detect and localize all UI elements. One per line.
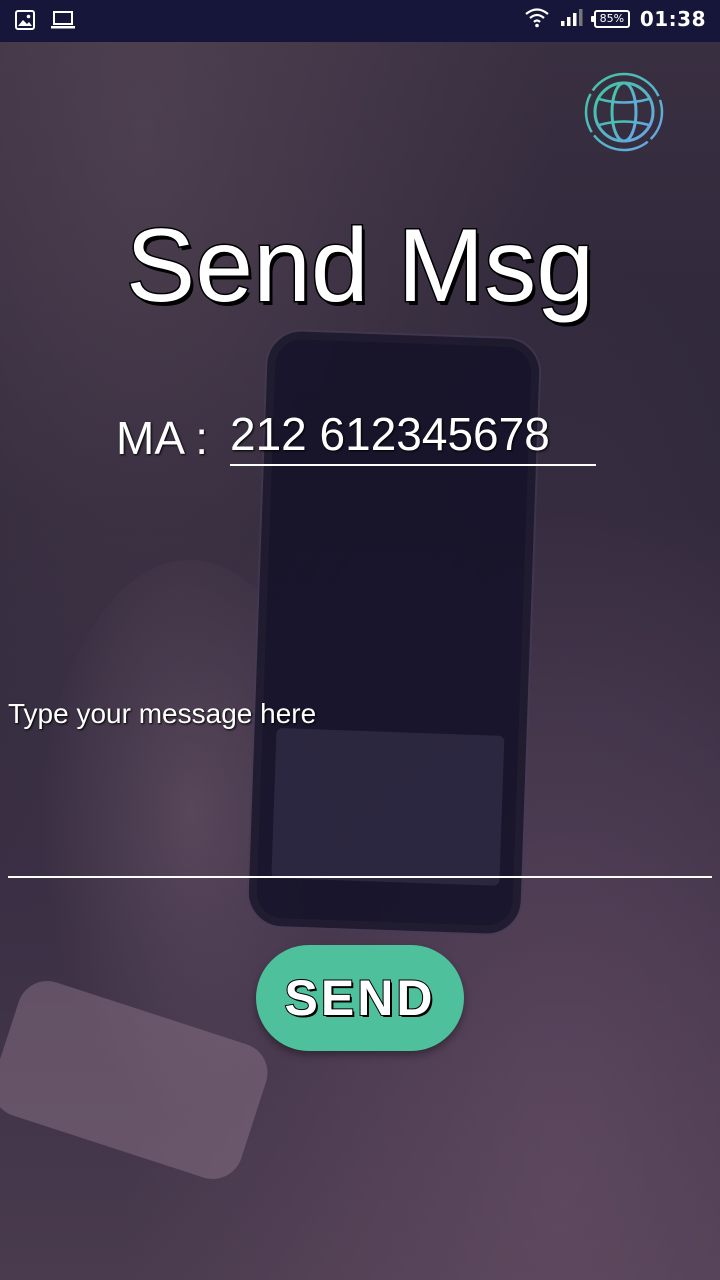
battery-icon: 85%: [590, 10, 630, 28]
status-bar: 85% 01:38: [0, 0, 720, 42]
message-input[interactable]: [8, 698, 712, 878]
phone-number-input[interactable]: [230, 404, 596, 466]
laptop-icon: [50, 9, 76, 35]
clock: 01:38: [639, 7, 706, 31]
wifi-icon: [524, 6, 550, 32]
globe-icon[interactable]: [582, 70, 666, 154]
status-bar-right: 85% 01:38: [524, 6, 706, 32]
status-bar-left: [14, 9, 76, 35]
send-button[interactable]: SEND: [256, 945, 464, 1051]
page-title: Send Msg: [124, 207, 595, 326]
signal-icon: [560, 6, 584, 32]
gallery-icon: [14, 9, 36, 35]
send-msg-screen: 85% 01:38 Send Msg MA : SEND: [0, 0, 720, 1280]
country-code-label: MA :: [116, 412, 209, 464]
battery-level: 85%: [599, 12, 625, 25]
